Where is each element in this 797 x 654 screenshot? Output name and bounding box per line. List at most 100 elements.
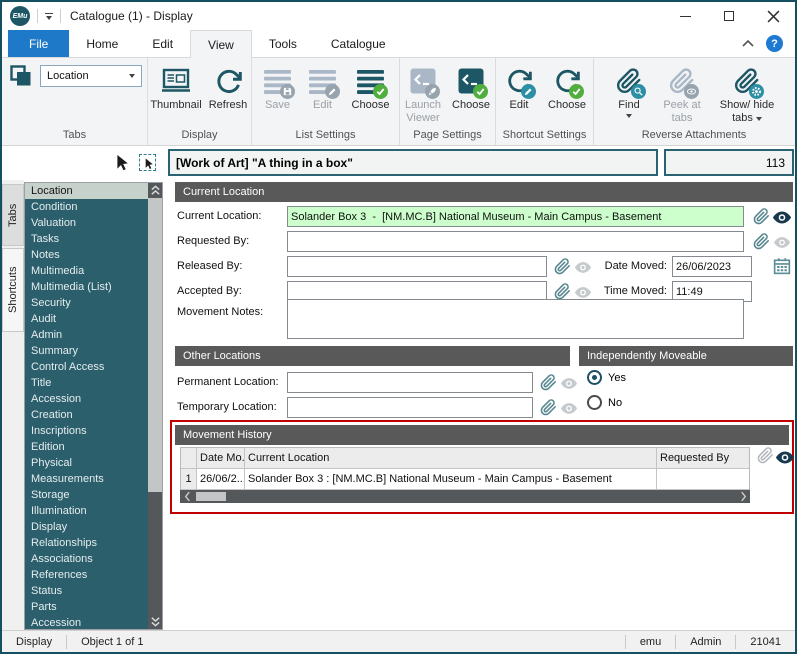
permanent-location-field[interactable]: [287, 372, 533, 393]
view-attachment-button[interactable]: [560, 374, 578, 392]
refresh-label: Refresh: [209, 99, 248, 112]
released-by-field[interactable]: [287, 256, 547, 277]
sidebar-tab-item[interactable]: Multimedia: [25, 263, 148, 279]
sidebar-tab-item[interactable]: Valuation: [25, 215, 148, 231]
attach-button[interactable]: [756, 446, 774, 464]
sidebar-tab-item[interactable]: References: [25, 567, 148, 583]
calendar-button[interactable]: [773, 257, 791, 275]
list-save-button[interactable]: Save: [256, 62, 300, 112]
peek-at-tabs-button[interactable]: Peek at tabs: [652, 62, 712, 124]
hscrollbar-thumb[interactable]: [196, 492, 226, 501]
column-header-requested-by[interactable]: Requested By: [657, 448, 749, 469]
menu-tab-tools[interactable]: Tools: [252, 30, 314, 57]
shortcut-edit-button[interactable]: Edit: [497, 62, 541, 112]
menu-tab-home[interactable]: Home: [69, 30, 135, 57]
current-location-field[interactable]: [287, 206, 744, 227]
sidebar-tab-item[interactable]: Admin: [25, 327, 148, 343]
current-location-label: Current Location:: [177, 206, 285, 227]
pointer-tool-button[interactable]: [114, 154, 132, 172]
sidebar-tab-item[interactable]: Relationships: [25, 535, 148, 551]
select-tool-button[interactable]: [139, 154, 156, 171]
sidebar-tab-item[interactable]: Inscriptions: [25, 423, 148, 439]
sidebar-tab-item[interactable]: Associations: [25, 551, 148, 567]
refresh-button[interactable]: Refresh: [205, 62, 251, 112]
scroll-up-button[interactable]: [148, 183, 162, 198]
sidebar-tab-item[interactable]: Accession: [25, 391, 148, 407]
date-moved-field[interactable]: [672, 256, 752, 277]
attach-button[interactable]: [752, 207, 770, 225]
scroll-down-button[interactable]: [148, 614, 162, 629]
sidebar-tab-item[interactable]: Tasks: [25, 231, 148, 247]
maximize-button[interactable]: [707, 2, 751, 30]
list-choose-button[interactable]: Choose: [346, 62, 396, 112]
collapse-ribbon-button[interactable]: [742, 40, 754, 47]
menu-tab-edit[interactable]: Edit: [135, 30, 190, 57]
sidebar-tab-item[interactable]: Control Access: [25, 359, 148, 375]
tab-list-scrollbar[interactable]: [148, 183, 162, 629]
sidebar-tab-item[interactable]: Multimedia (List): [25, 279, 148, 295]
sidebar-tab-item[interactable]: Parts: [25, 599, 148, 615]
view-attachment-button[interactable]: [560, 399, 578, 417]
view-attachment-button[interactable]: [773, 208, 791, 226]
scrollbar-thumb[interactable]: [148, 198, 162, 492]
side-tab-tabs[interactable]: Tabs: [2, 184, 24, 246]
attach-button[interactable]: [539, 398, 557, 416]
sidebar-tab-item[interactable]: Location: [25, 183, 148, 199]
quick-access-dropdown-button[interactable]: [45, 13, 53, 20]
sidebar-tab-item[interactable]: Measurements: [25, 471, 148, 487]
requested-by-label: Requested By:: [177, 231, 285, 252]
menu-tab-file[interactable]: File: [8, 30, 69, 57]
attach-button[interactable]: [539, 373, 557, 391]
requested-by-field[interactable]: [287, 231, 744, 252]
sidebar-tab-item[interactable]: Summary: [25, 343, 148, 359]
sidebar-tab-item[interactable]: Physical: [25, 455, 148, 471]
help-button[interactable]: ?: [766, 35, 783, 52]
sidebar-tab-item[interactable]: Audit: [25, 311, 148, 327]
hscroll-left-button[interactable]: [180, 490, 194, 503]
menu-tab-view[interactable]: View: [190, 30, 252, 58]
find-button[interactable]: Find: [607, 62, 651, 124]
thumbnail-button[interactable]: Thumbnail: [148, 62, 204, 112]
close-button[interactable]: [751, 2, 795, 30]
sidebar-tab-item[interactable]: Notes: [25, 247, 148, 263]
attach-button[interactable]: [752, 232, 770, 250]
column-header-date-moved[interactable]: Date Mo...: [197, 448, 245, 469]
movement-history-hscrollbar[interactable]: [180, 490, 750, 503]
list-edit-button[interactable]: Edit: [301, 62, 345, 112]
requested-by-cell: [657, 469, 749, 490]
independently-moveable-yes-option[interactable]: Yes: [587, 370, 626, 385]
temporary-location-field[interactable]: [287, 397, 533, 418]
menu-tab-catalogue[interactable]: Catalogue: [314, 30, 403, 57]
sidebar-tab-item-label: Storage: [31, 489, 70, 501]
sidebar-tab-item[interactable]: Condition: [25, 199, 148, 215]
sidebar-tab-item-label: Tasks: [31, 233, 59, 245]
column-header-rownum[interactable]: [181, 448, 197, 469]
movement-notes-field[interactable]: [287, 299, 744, 339]
show-hide-tabs-button[interactable]: Show/ hide tabs: [713, 62, 781, 124]
sidebar-tab-item[interactable]: Status: [25, 583, 148, 599]
view-attachment-button[interactable]: [776, 448, 794, 466]
page-choose-button[interactable]: Choose: [447, 62, 495, 124]
column-header-current-location[interactable]: Current Location: [245, 448, 657, 469]
sidebar-tab-item[interactable]: Display: [25, 519, 148, 535]
sidebar-tab-item[interactable]: Edition: [25, 439, 148, 455]
minimize-button[interactable]: [663, 2, 707, 30]
sidebar-tab-item[interactable]: Storage: [25, 487, 148, 503]
sidebar-tab-item[interactable]: Creation: [25, 407, 148, 423]
side-tab-shortcuts[interactable]: Shortcuts: [2, 248, 24, 332]
sidebar-tab-item[interactable]: Illumination: [25, 503, 148, 519]
hscroll-right-button[interactable]: [736, 490, 750, 503]
radio-no[interactable]: [587, 395, 602, 410]
independently-moveable-no-option[interactable]: No: [587, 395, 622, 410]
sidebar-tab-item[interactable]: Title: [25, 375, 148, 391]
shortcut-choose-button[interactable]: Choose: [542, 62, 592, 112]
double-chevron-up-icon: [150, 185, 161, 196]
radio-yes[interactable]: [587, 370, 602, 385]
sidebar-tab-item[interactable]: Security: [25, 295, 148, 311]
view-attachment-button[interactable]: [773, 233, 791, 251]
tab-select-dropdown[interactable]: Location: [40, 65, 142, 87]
launch-viewer-button[interactable]: Launch Viewer: [400, 62, 446, 124]
movement-history-row[interactable]: 1 26/06/2... Solander Box 3 : [NM.MC.B] …: [181, 469, 749, 490]
scrollbar-track[interactable]: [148, 492, 162, 614]
sidebar-tab-item[interactable]: Accession: [25, 615, 148, 629]
